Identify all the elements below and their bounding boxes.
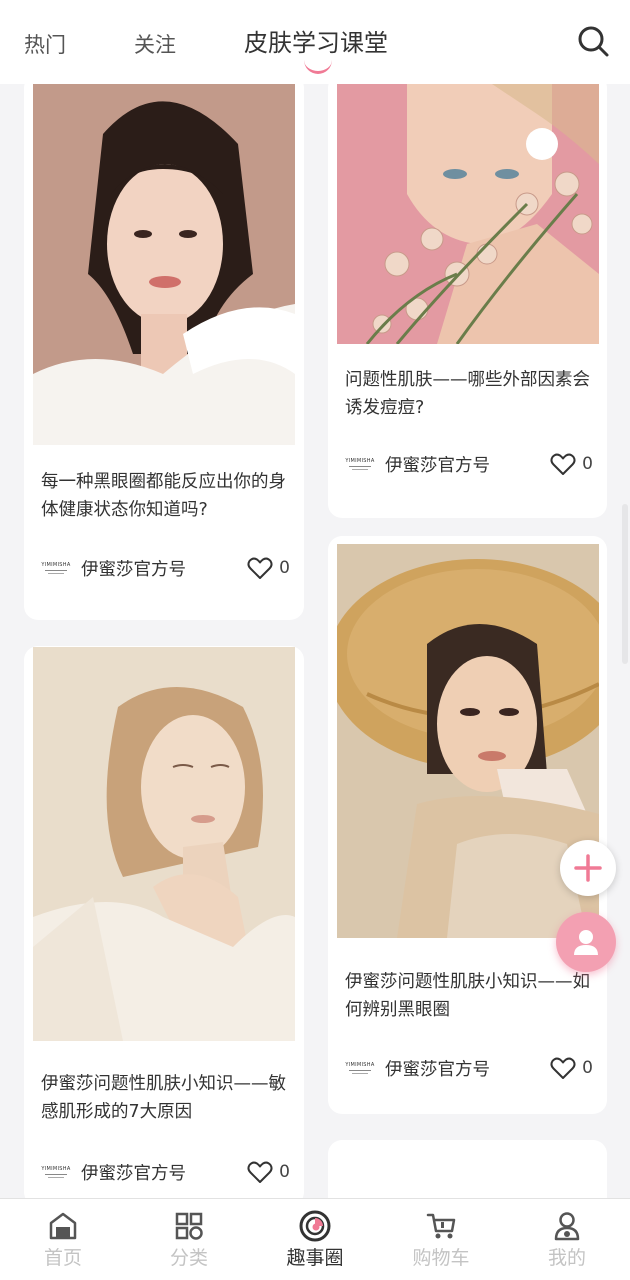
nav-profile[interactable]: 我的: [504, 1199, 630, 1280]
nav-label: 购物车: [412, 1247, 470, 1269]
author-name: 伊蜜莎官方号: [385, 1059, 490, 1080]
like-count: 0: [582, 1058, 593, 1078]
my-posts-button[interactable]: [556, 912, 616, 972]
post-author[interactable]: YIMIMISHA 伊蜜莎官方号: [41, 554, 186, 582]
heart-icon: [550, 453, 576, 475]
post-author[interactable]: YIMIMISHA 伊蜜莎官方号: [41, 1158, 186, 1186]
nav-circle[interactable]: 趣事圈: [252, 1199, 378, 1280]
post-author[interactable]: YIMIMISHA 伊蜜莎官方号: [345, 1054, 490, 1082]
author-logo: YIMIMISHA: [41, 1163, 71, 1181]
author-name: 伊蜜莎官方号: [385, 455, 490, 476]
post-title: 每一种黑眼圈都能反应出你的身体健康状态你知道吗?: [41, 472, 286, 520]
plus-icon: [574, 854, 602, 882]
nav-cart[interactable]: 购物车: [378, 1199, 504, 1280]
author-logo: YIMIMISHA: [345, 1059, 375, 1077]
author-name: 伊蜜莎官方号: [81, 1163, 186, 1184]
like-button[interactable]: 0: [550, 1054, 593, 1082]
post-title: 伊蜜莎问题性肌肤小知识——敏感肌形成的7大原因: [41, 1074, 286, 1122]
like-button[interactable]: 0: [247, 554, 290, 582]
like-button[interactable]: 0: [550, 450, 593, 478]
nav-label: 我的: [547, 1247, 586, 1269]
top-tab-bar: 热门 关注 皮肤学习课堂: [0, 0, 630, 84]
post-title: 伊蜜莎问题性肌肤小知识——如何辨别黑眼圈: [345, 972, 590, 1020]
like-count: 0: [279, 558, 290, 578]
cart-icon: [424, 1209, 458, 1243]
author-logo: YIMIMISHA: [41, 559, 71, 577]
scrollbar-thumb[interactable]: [622, 504, 628, 664]
post-card[interactable]: 伊蜜莎问题性肌肤小知识——如何辨别黑眼圈 YIMIMISHA 伊蜜莎官方号 0: [328, 536, 607, 1114]
post-image: [337, 544, 599, 938]
nav-label: 首页: [43, 1247, 82, 1269]
author-logo: YIMIMISHA: [345, 455, 375, 473]
post-card[interactable]: [328, 1140, 607, 1198]
nav-home[interactable]: 首页: [0, 1199, 126, 1280]
tab-skin-class[interactable]: 皮肤学习课堂: [244, 28, 388, 58]
nav-category[interactable]: 分类: [126, 1199, 252, 1280]
profile-icon: [550, 1209, 584, 1243]
heart-icon: [247, 1161, 273, 1183]
post-card[interactable]: 伊蜜莎问题性肌肤小知识——敏感肌形成的7大原因 YIMIMISHA 伊蜜莎官方号…: [24, 646, 304, 1198]
feed[interactable]: 每一种黑眼圈都能反应出你的身体健康状态你知道吗? YIMIMISHA 伊蜜莎官方…: [0, 84, 630, 1198]
heart-icon: [550, 1057, 576, 1079]
author-name: 伊蜜莎官方号: [81, 559, 186, 580]
like-button[interactable]: 0: [247, 1158, 290, 1186]
post-card[interactable]: 每一种黑眼圈都能反应出你的身体健康状态你知道吗? YIMIMISHA 伊蜜莎官方…: [24, 84, 304, 620]
post-image: [33, 647, 295, 1041]
nav-label: 分类: [169, 1247, 208, 1269]
user-icon: [574, 930, 598, 955]
post-author[interactable]: YIMIMISHA 伊蜜莎官方号: [345, 450, 490, 478]
heart-icon: [247, 557, 273, 579]
active-tab-indicator: [304, 58, 332, 74]
tab-hot[interactable]: 热门: [24, 30, 66, 60]
post-title: 问题性肌肤——哪些外部因素会诱发痘痘?: [345, 370, 590, 418]
add-post-button[interactable]: [560, 840, 616, 896]
tab-follow[interactable]: 关注: [134, 30, 176, 60]
grid-icon: [172, 1209, 206, 1243]
post-card[interactable]: 问题性肌肤——哪些外部因素会诱发痘痘? YIMIMISHA 伊蜜莎官方号 0: [328, 84, 607, 518]
like-count: 0: [279, 1162, 290, 1182]
bottom-navigation: 首页 分类 趣事圈 购物车 我的: [0, 1198, 630, 1280]
circle-icon: [298, 1209, 332, 1243]
nav-label: 趣事圈: [286, 1247, 344, 1269]
post-image: [33, 84, 295, 445]
like-count: 0: [582, 454, 593, 474]
search-icon[interactable]: [576, 24, 610, 58]
post-image: [337, 84, 599, 344]
home-icon: [46, 1209, 80, 1243]
